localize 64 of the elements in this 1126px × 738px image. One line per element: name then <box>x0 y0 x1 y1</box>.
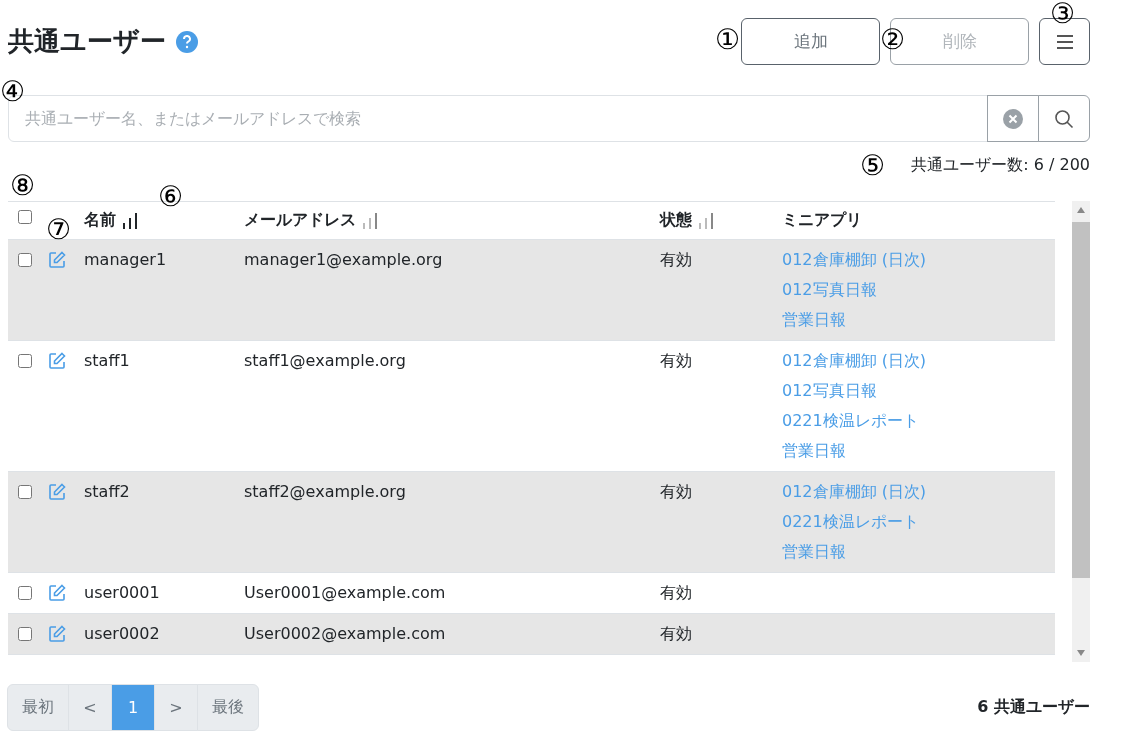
mini-app-link[interactable]: 営業日報 <box>782 537 846 567</box>
email-cell-text: manager1@example.org <box>244 249 444 271</box>
mini-app-link[interactable]: 012写真日報 <box>782 275 877 305</box>
mini-app-link[interactable]: 営業日報 <box>782 436 846 466</box>
clear-icon <box>1003 108 1023 129</box>
name-cell-text: staff2 <box>84 481 131 503</box>
callout-number: ⑥ <box>158 183 184 211</box>
mini-app-link[interactable]: 012倉庫棚卸 (日次) <box>782 477 927 507</box>
page-button[interactable]: 1 <box>111 684 155 731</box>
mini-app-link[interactable]: 012倉庫棚卸 (日次) <box>782 346 927 376</box>
callout-number: ⑧ <box>10 172 36 200</box>
scrollbar[interactable] <box>1072 201 1090 662</box>
row-checkbox[interactable] <box>18 586 32 600</box>
name-cell-text: manager1 <box>84 249 168 271</box>
name-cell-text: staff1 <box>84 350 131 372</box>
page-button[interactable]: 最後 <box>197 684 259 731</box>
search-icon <box>1054 108 1074 129</box>
row-checkbox[interactable] <box>18 354 32 368</box>
page-button[interactable]: 最初 <box>7 684 69 731</box>
row-checkbox[interactable] <box>18 485 32 499</box>
scroll-up-icon[interactable] <box>1077 207 1086 213</box>
column-header[interactable]: メールアドレス <box>244 210 356 231</box>
mini-app-link[interactable]: 営業日報 <box>782 305 846 335</box>
user-count: 共通ユーザー数: 6 / 200 <box>911 155 1090 176</box>
email-cell-text: User0002@example.com <box>244 623 447 645</box>
sort-icon[interactable] <box>122 211 138 230</box>
status-cell-text: 有効 <box>660 623 693 645</box>
column-header[interactable]: 名前 <box>84 210 116 231</box>
edit-icon[interactable] <box>48 483 66 501</box>
callout-number: ⑤ <box>860 152 886 180</box>
email-cell-text: staff2@example.org <box>244 481 407 503</box>
name-cell-text: user0002 <box>84 623 161 645</box>
page-button[interactable]: > <box>154 684 198 731</box>
callout-number: ① <box>715 26 741 54</box>
status-cell-text: 有効 <box>660 582 693 604</box>
add-button[interactable]: 追加 <box>741 18 880 65</box>
name-cell-text: user0001 <box>84 582 161 604</box>
mini-app-link[interactable]: 012写真日報 <box>782 376 877 406</box>
row-checkbox[interactable] <box>18 627 32 641</box>
select-all-checkbox[interactable] <box>18 210 32 224</box>
clear-button[interactable] <box>987 95 1039 142</box>
mini-app-link[interactable]: 0221検温レポート <box>782 507 919 537</box>
menu-icon <box>1055 33 1074 50</box>
column-header[interactable]: 状態 <box>660 210 692 231</box>
mini-app-link[interactable]: 012倉庫棚卸 (日次) <box>782 245 927 275</box>
edit-icon[interactable] <box>48 352 66 370</box>
callout-number: ⑦ <box>46 216 72 244</box>
status-cell-text: 有効 <box>660 249 693 271</box>
edit-icon[interactable] <box>48 625 66 643</box>
row-checkbox[interactable] <box>18 253 32 267</box>
page-button[interactable]: < <box>68 684 112 731</box>
column-header: ミニアプリ <box>782 210 862 231</box>
search-button[interactable] <box>1038 95 1090 142</box>
email-cell-text: staff1@example.org <box>244 350 407 372</box>
page-title: 共通ユーザー <box>8 25 166 58</box>
mini-app-link[interactable]: 0221検温レポート <box>782 406 919 436</box>
edit-icon[interactable] <box>48 584 66 602</box>
help-icon[interactable] <box>176 30 198 53</box>
scroll-down-icon[interactable] <box>1077 650 1086 656</box>
status-cell-text: 有効 <box>660 350 693 372</box>
email-cell-text: User0001@example.com <box>244 582 447 604</box>
edit-icon[interactable] <box>48 251 66 269</box>
status-cell-text: 有効 <box>660 481 693 503</box>
total-users: 6 共通ユーザー <box>977 697 1090 718</box>
